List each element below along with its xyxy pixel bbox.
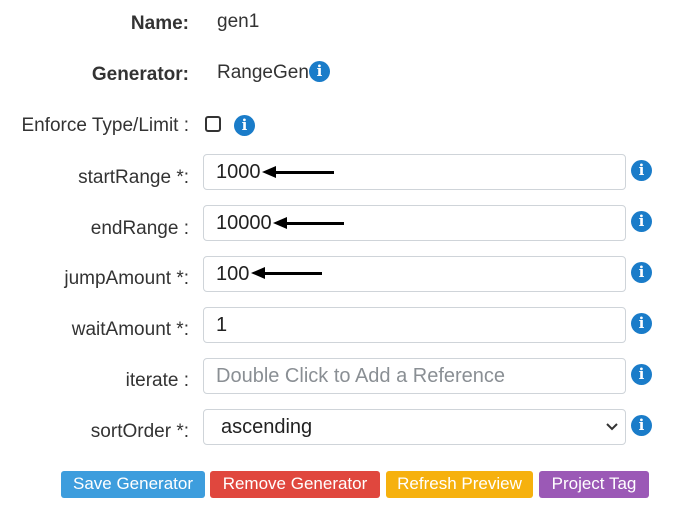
enforce-type-checkbox[interactable] xyxy=(205,116,221,132)
end-range-value: 10000 xyxy=(216,212,272,234)
generator-info-icon[interactable]: i xyxy=(309,61,330,82)
iterate-placeholder: Double Click to Add a Reference xyxy=(216,365,506,387)
wait-amount-label: waitAmount *: xyxy=(71,319,189,340)
iterate-info-icon[interactable]: i xyxy=(631,364,652,385)
save-generator-button[interactable]: Save Generator xyxy=(61,471,205,498)
sort-order-value: ascending xyxy=(221,416,313,438)
start-range-info-icon[interactable]: i xyxy=(631,160,652,181)
sort-order-label: sortOrder *: xyxy=(90,421,189,442)
end-range-input[interactable]: 10000 xyxy=(203,205,626,241)
chevron-down-icon xyxy=(605,410,619,457)
jump-amount-info-icon[interactable]: i xyxy=(631,262,652,283)
name-value: gen1 xyxy=(217,11,260,32)
wait-amount-input[interactable]: 1 xyxy=(203,307,626,343)
generator-value: RangeGen xyxy=(217,62,309,83)
refresh-preview-button[interactable]: Refresh Preview xyxy=(386,471,533,498)
jump-amount-value: 100 xyxy=(216,263,250,285)
wait-amount-info-icon[interactable]: i xyxy=(631,313,652,334)
name-label: Name: xyxy=(130,13,189,34)
start-range-value: 1000 xyxy=(216,161,261,183)
enforce-type-info-icon[interactable]: i xyxy=(234,115,255,136)
start-range-label: startRange *: xyxy=(78,167,189,188)
enforce-type-label: Enforce Type/Limit : xyxy=(21,115,189,136)
sort-order-select[interactable]: ascending xyxy=(203,409,626,445)
arrow-left-icon xyxy=(251,267,322,279)
end-range-label: endRange : xyxy=(90,218,189,239)
sort-order-info-icon[interactable]: i xyxy=(631,415,652,436)
generator-label: Generator: xyxy=(91,64,189,85)
end-range-info-icon[interactable]: i xyxy=(631,211,652,232)
arrow-left-icon xyxy=(273,217,344,229)
arrow-left-icon xyxy=(262,166,334,178)
remove-generator-button[interactable]: Remove Generator xyxy=(210,471,380,498)
wait-amount-value: 1 xyxy=(216,314,228,336)
iterate-input[interactable]: Double Click to Add a Reference xyxy=(203,358,626,394)
jump-amount-label: jumpAmount *: xyxy=(64,268,189,289)
iterate-label: iterate : xyxy=(125,370,189,391)
project-tag-button[interactable]: Project Tag xyxy=(539,471,649,498)
